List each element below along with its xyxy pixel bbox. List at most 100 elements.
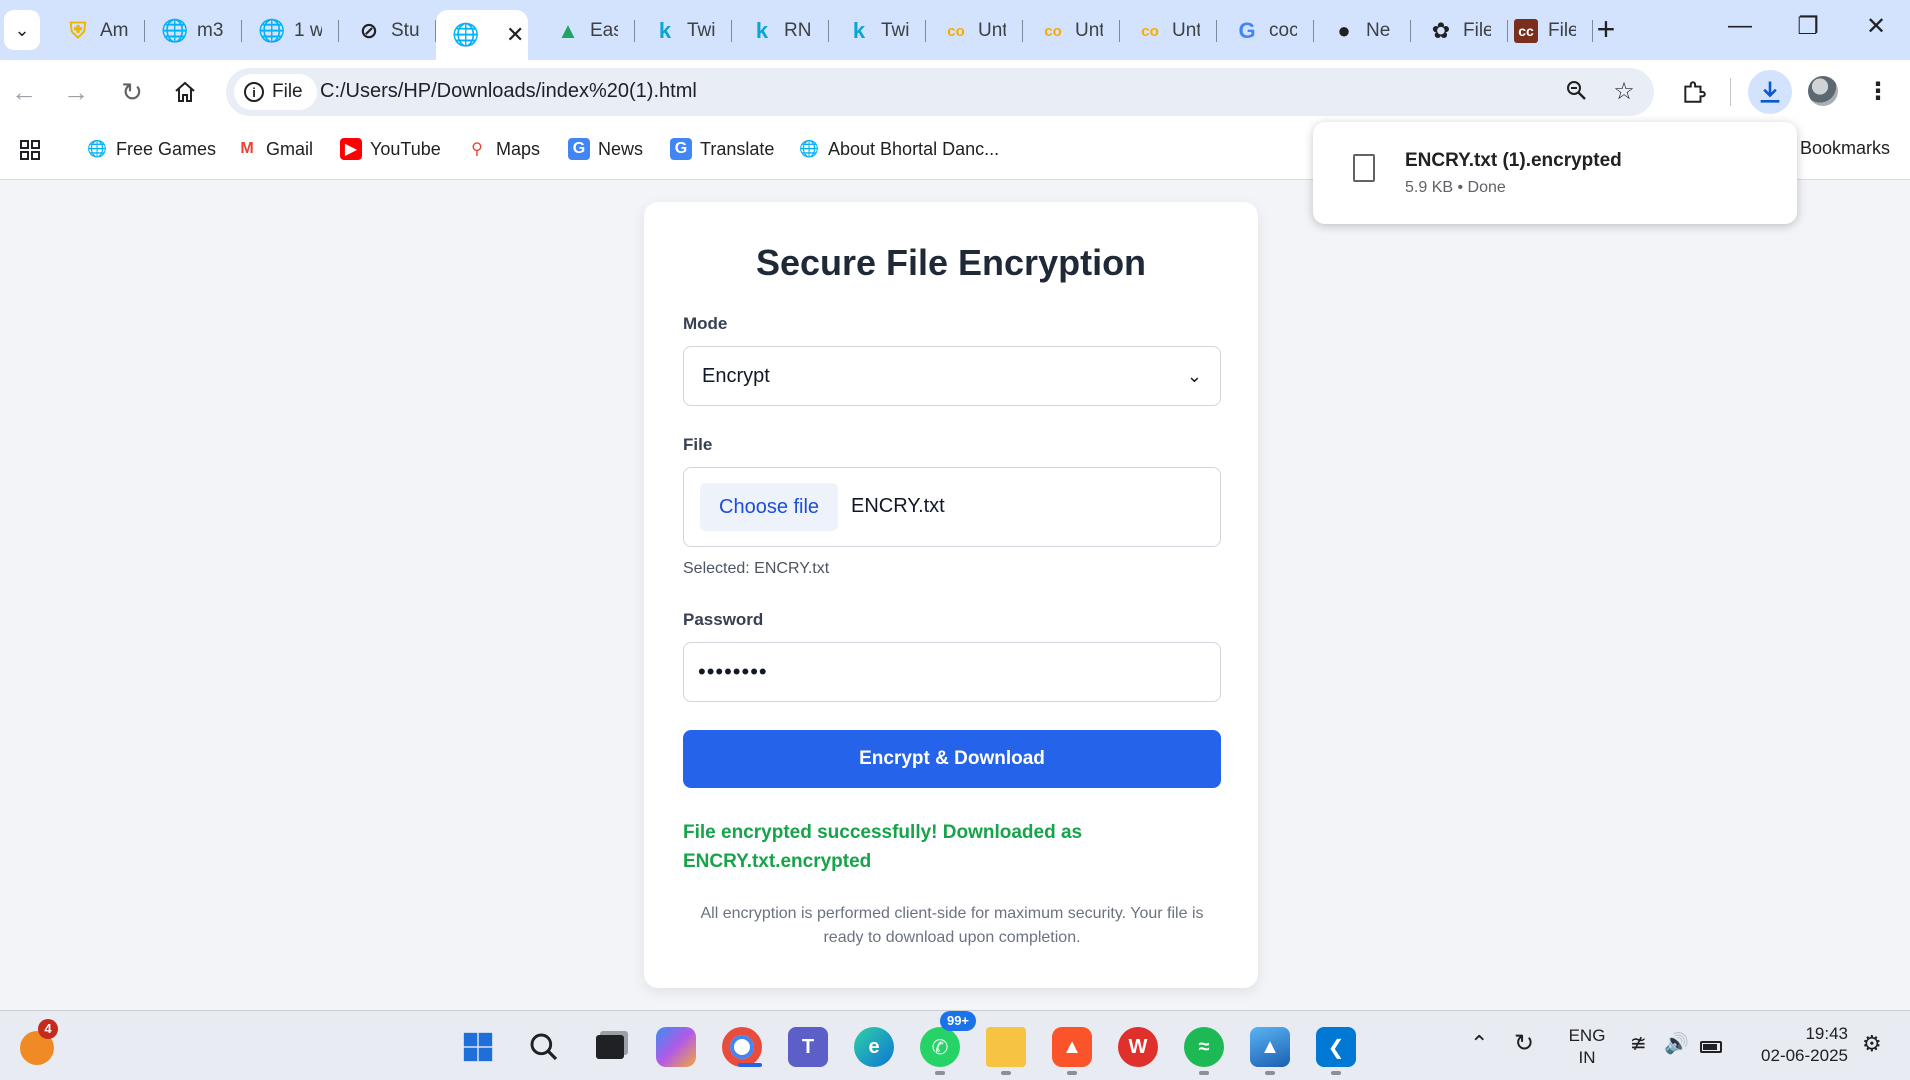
all-bookmarks-label: Bookmarks: [1800, 138, 1891, 158]
search-button[interactable]: [524, 1027, 564, 1067]
browser-tab[interactable]: 🌐 m3: [145, 10, 242, 52]
widgets-button[interactable]: 4: [20, 1019, 58, 1065]
file-label: File: [683, 435, 713, 454]
browser-tab[interactable]: ⛨ Am: [48, 10, 145, 52]
language-indicator[interactable]: ENG IN: [1566, 1025, 1608, 1069]
choose-file-button[interactable]: Choose file: [700, 483, 839, 531]
copilot-button[interactable]: [656, 1027, 696, 1067]
globe-icon: 🌐: [258, 18, 286, 43]
maps-pin-icon: ⚲: [471, 141, 483, 158]
bookmark-item[interactable]: ▶ YouTube: [340, 138, 441, 160]
running-indicator: [935, 1071, 945, 1075]
downloads-button[interactable]: [1748, 70, 1792, 114]
back-button[interactable]: ←: [6, 74, 42, 110]
wps-button[interactable]: W: [1118, 1027, 1158, 1067]
chevron-down-icon: ⌄: [14, 19, 30, 40]
browser-tab[interactable]: k Twi: [635, 10, 732, 52]
password-field[interactable]: ••••••••: [683, 642, 1221, 702]
sync-icon[interactable]: ↻: [1514, 1032, 1534, 1056]
bookmark-item[interactable]: 🌐 Free Games: [86, 138, 216, 160]
bookmark-item[interactable]: M Gmail: [236, 138, 313, 160]
browser-toolbar: ← → ↻ i File C:/Users/HP/Downloads/index…: [0, 60, 1910, 122]
globe-icon: 🌐: [161, 18, 189, 43]
all-bookmarks-folder[interactable]: Bookmarks: [1800, 138, 1890, 159]
browser-tab[interactable]: Gcoc: [1217, 10, 1314, 52]
start-button[interactable]: [458, 1027, 498, 1067]
browser-tab[interactable]: ● Ne: [1314, 10, 1411, 52]
address-bar[interactable]: i File C:/Users/HP/Downloads/index%20(1)…: [226, 68, 1654, 116]
bookmark-item[interactable]: G Translate: [670, 138, 774, 160]
reload-button[interactable]: ↻: [114, 74, 150, 110]
wifi-icon[interactable]: ≇: [1630, 1033, 1647, 1055]
bookmark-item[interactable]: ⚲ Maps: [466, 138, 540, 160]
chrome-taskbar-button[interactable]: [722, 1027, 762, 1067]
openai-icon: ✿: [1431, 18, 1451, 43]
browser-tab[interactable]: 🌐 1 w: [242, 10, 339, 52]
spotify-button[interactable]: ≈: [1184, 1027, 1224, 1075]
bookmark-label: News: [598, 138, 644, 159]
tab-title: Stu: [391, 20, 419, 41]
bookmark-label: Gmail: [266, 138, 314, 159]
extensions-button[interactable]: [1676, 74, 1712, 110]
globe-color-icon: 🌐: [87, 141, 107, 158]
battery-icon[interactable]: [1700, 1037, 1722, 1059]
browser-tab[interactable]: ▲ Eas: [538, 10, 635, 52]
photos-button[interactable]: ▲: [1250, 1027, 1290, 1075]
zoom-icon[interactable]: [1562, 78, 1590, 106]
mode-label: Mode: [683, 314, 728, 333]
chevron-down-icon: ⌄: [1186, 365, 1202, 386]
menu-kebab-icon[interactable]: ⋮: [1860, 74, 1896, 110]
mode-select[interactable]: Encrypt ⌄: [683, 346, 1221, 406]
clock[interactable]: 19:43 02-06-2025: [1748, 1023, 1848, 1067]
browser-tab[interactable]: k RN: [732, 10, 829, 52]
close-window-button[interactable]: ✕: [1856, 12, 1896, 41]
volume-icon[interactable]: 🔊: [1664, 1033, 1689, 1055]
url-text[interactable]: C:/Users/HP/Downloads/index%20(1).html: [320, 80, 697, 103]
tray-overflow-chevron-icon[interactable]: ⌃: [1470, 1033, 1488, 1055]
browser-tab[interactable]: co Unt: [1023, 10, 1120, 52]
browser-tab[interactable]: co Unt: [1120, 10, 1217, 52]
apps-button[interactable]: [18, 138, 42, 162]
chosen-file-name: ENCRY.txt: [851, 495, 945, 517]
task-view-button[interactable]: [590, 1027, 630, 1067]
browser-tab[interactable]: ⊘ Stu: [339, 10, 436, 52]
minimize-button[interactable]: —: [1720, 12, 1760, 40]
teams-button[interactable]: T: [788, 1027, 828, 1067]
restore-button[interactable]: ❐: [1788, 12, 1828, 41]
encrypt-download-button[interactable]: Encrypt & Download: [683, 730, 1221, 788]
new-tab-button[interactable]: +: [1590, 13, 1622, 45]
language-region: IN: [1578, 1048, 1596, 1067]
file-explorer-button[interactable]: [986, 1027, 1026, 1075]
brave-button[interactable]: ▲: [1052, 1027, 1092, 1075]
tab-strip: ⌄ ⛨ Am 🌐 m3 🌐 1 w ⊘ Stu 🌐 ✕ ▲ Eas k Twi k RN k Twi co Unt co…: [0, 0, 1910, 60]
browser-tab[interactable]: k Twi: [829, 10, 926, 52]
whatsapp-button[interactable]: ✆ 99+: [920, 1011, 976, 1075]
browser-tab[interactable]: ✿ File: [1411, 10, 1508, 52]
tab-title: coc: [1269, 20, 1297, 41]
bookmark-label: Translate: [700, 138, 775, 159]
download-filename[interactable]: ENCRY.txt (1).encrypted: [1405, 150, 1622, 172]
bookmark-star-icon[interactable]: ☆: [1610, 78, 1638, 106]
site-info-chip[interactable]: i File: [234, 74, 317, 110]
task-view-icon: [596, 1035, 624, 1059]
home-button[interactable]: [167, 74, 203, 110]
profile-avatar[interactable]: [1808, 76, 1838, 106]
close-tab-icon[interactable]: ✕: [506, 22, 524, 48]
tab-search-button[interactable]: ⌄: [4, 10, 40, 50]
notifications-icon[interactable]: ⚙: [1862, 1033, 1882, 1055]
bookmark-item[interactable]: G News: [568, 138, 643, 160]
tab-title: Am: [100, 20, 128, 41]
browser-tab[interactable]: co Unt: [926, 10, 1023, 52]
spotify-icon: ≈: [1198, 1035, 1210, 1058]
password-label: Password: [683, 610, 764, 629]
browser-tab[interactable]: 🌐 ✕: [436, 10, 528, 60]
globe-icon: 🌐: [452, 22, 480, 47]
file-input[interactable]: Choose file ENCRY.txt: [683, 467, 1221, 547]
edge-button[interactable]: e: [854, 1027, 894, 1067]
forward-button[interactable]: →: [58, 74, 94, 110]
clock-date: 02-06-2025: [1761, 1046, 1848, 1065]
browser-tab[interactable]: cc File: [1496, 10, 1593, 52]
vscode-button[interactable]: ❮: [1316, 1027, 1356, 1075]
bookmark-item[interactable]: 🌐 About Bhortal Danc...: [798, 138, 999, 160]
bookmark-label: Maps: [496, 138, 541, 159]
